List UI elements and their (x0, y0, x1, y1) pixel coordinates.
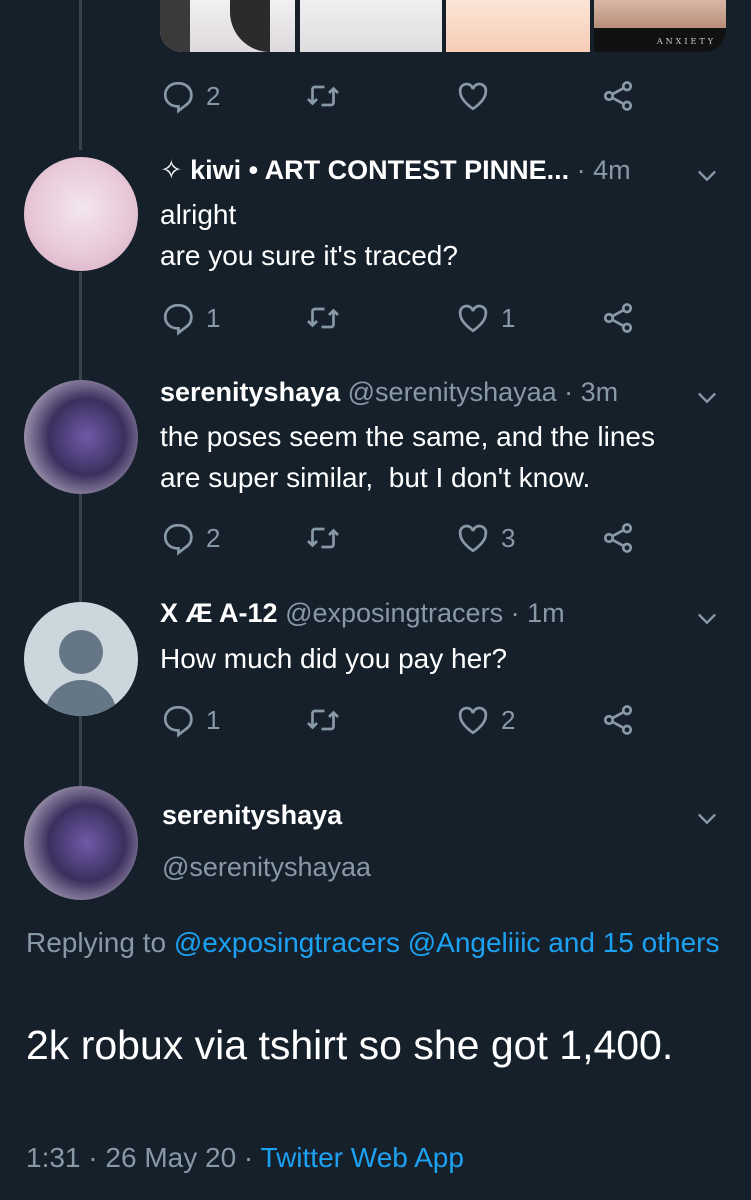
chevron-down-icon[interactable] (693, 161, 721, 189)
like-count: 3 (501, 522, 516, 553)
tweet-actions: 2 3 (160, 518, 640, 558)
tweet-text-line: How much did you pay her? (160, 643, 508, 674)
replying-to-link[interactable]: @exposingtracers (174, 927, 400, 958)
thread-line (79, 0, 82, 150)
reply-icon (163, 81, 193, 114)
tweet-text: alright are you sure it's traced? (160, 194, 720, 276)
retweet-button[interactable] (305, 700, 341, 740)
media-gallery[interactable]: ANXIETY (160, 0, 726, 52)
retweet-icon (307, 709, 339, 731)
tweet-date: 26 May 20 (105, 1142, 237, 1173)
retweet-button[interactable] (305, 298, 341, 338)
meta-separator: · (243, 1142, 254, 1173)
default-avatar[interactable] (24, 602, 138, 716)
share-icon (603, 81, 633, 111)
replying-to-others-link[interactable]: and 15 others (548, 927, 719, 958)
tweet-text: the poses seem the same, and the lines a… (160, 416, 720, 498)
chevron-down-icon[interactable] (693, 604, 721, 632)
reply-button[interactable]: 1 (160, 298, 220, 338)
heart-icon (458, 304, 488, 333)
media-image-1[interactable] (160, 0, 295, 52)
heart-icon (458, 82, 488, 111)
display-name[interactable]: X Æ A-12 (160, 598, 278, 628)
like-button[interactable]: 3 (455, 518, 515, 558)
replying-to: Replying to @exposingtracers @Angeliiic … (26, 922, 726, 964)
tweet-time[interactable]: · 4m (577, 155, 631, 185)
chevron-down-icon[interactable] (693, 804, 721, 832)
share-button[interactable] (600, 76, 636, 116)
retweet-button[interactable] (305, 518, 341, 558)
retweet-button[interactable] (305, 76, 341, 116)
retweet-icon (307, 307, 339, 329)
tweet-text: How much did you pay her? (160, 638, 720, 679)
focused-tweet-text: 2k robux via tshirt so she got 1,400. (26, 1022, 674, 1068)
thread-line (79, 494, 82, 602)
display-name[interactable]: serenityshaya (160, 377, 340, 407)
user-handle[interactable]: @serenityshayaa (348, 377, 557, 407)
tweet-thread-screen: ANXIETY 2 ✧ kiwi • ART CONTEST PINNE... … (0, 0, 751, 1200)
reply-button[interactable]: 1 (160, 700, 220, 740)
media-image-3[interactable] (446, 0, 590, 52)
display-name[interactable]: serenityshaya (162, 800, 342, 831)
tweet-actions: 2 (160, 76, 640, 116)
reply-icon (163, 523, 193, 556)
user-handle[interactable]: @serenityshayaa (162, 852, 371, 883)
reply-count: 1 (206, 704, 221, 735)
share-button[interactable] (600, 298, 636, 338)
like-count: 2 (501, 704, 516, 735)
display-name[interactable]: ✧ kiwi • ART CONTEST PINNE... (160, 155, 569, 185)
reply-icon (163, 705, 193, 738)
share-icon (603, 303, 633, 333)
thread-line (79, 716, 82, 786)
meta-separator: · (88, 1142, 98, 1173)
reply-button[interactable]: 2 (160, 518, 220, 558)
thread-line (79, 272, 82, 380)
serenityshaya-avatar[interactable] (24, 786, 138, 900)
tweet-text-line: the poses seem the same, and the lines (160, 421, 655, 452)
share-button[interactable] (600, 700, 636, 740)
replying-to-label: Replying to (26, 927, 167, 958)
tweet-metadata: 1:31 · 26 May 20 · Twitter Web App (26, 1142, 464, 1174)
reply-button[interactable]: 2 (160, 76, 220, 116)
chevron-down-icon[interactable] (693, 383, 721, 411)
tweet-actions: 1 1 (160, 298, 640, 338)
default-avatar-body (45, 680, 117, 716)
reply-icon (163, 303, 193, 336)
like-count: 1 (501, 302, 516, 333)
heart-icon (458, 706, 488, 735)
reply-count: 2 (206, 522, 221, 553)
reply-count: 1 (206, 302, 221, 333)
tweet-text-line: alright (160, 199, 237, 230)
media-image-2[interactable] (300, 0, 442, 52)
tweet-header: ✧ kiwi • ART CONTEST PINNE... · 4m (160, 155, 751, 195)
tweet-header: serenityshaya @serenityshayaa · 3m (160, 377, 751, 417)
media-logo-text: ANXIETY (656, 37, 716, 46)
like-button[interactable]: 1 (455, 298, 515, 338)
share-button[interactable] (600, 518, 636, 558)
kiwi-avatar[interactable] (24, 157, 138, 271)
tweet-time[interactable]: · 3m (564, 377, 618, 407)
tweet-actions: 1 2 (160, 700, 640, 740)
reply-count: 2 (206, 80, 221, 111)
retweet-icon (307, 85, 339, 107)
heart-icon (458, 524, 488, 553)
user-handle[interactable]: @exposingtracers (285, 598, 503, 628)
share-icon (603, 523, 633, 553)
tweet-text-line: are super similar, but I don't know. (160, 462, 591, 493)
tweet-source-link[interactable]: Twitter Web App (261, 1142, 464, 1173)
media-image-4[interactable]: ANXIETY (594, 0, 726, 52)
share-icon (603, 705, 633, 735)
tweet-time[interactable]: · 1m (511, 598, 565, 628)
retweet-icon (307, 527, 339, 549)
tweet-header: X Æ A-12 @exposingtracers · 1m (160, 598, 751, 638)
replying-to-link[interactable]: @Angeliiic (408, 927, 541, 958)
like-button[interactable] (455, 76, 491, 116)
default-avatar-head (59, 630, 103, 674)
tweet-time: 1:31 (26, 1142, 81, 1173)
tweet-text-line: are you sure it's traced? (160, 240, 458, 271)
serenityshaya-avatar[interactable] (24, 380, 138, 494)
like-button[interactable]: 2 (455, 700, 515, 740)
